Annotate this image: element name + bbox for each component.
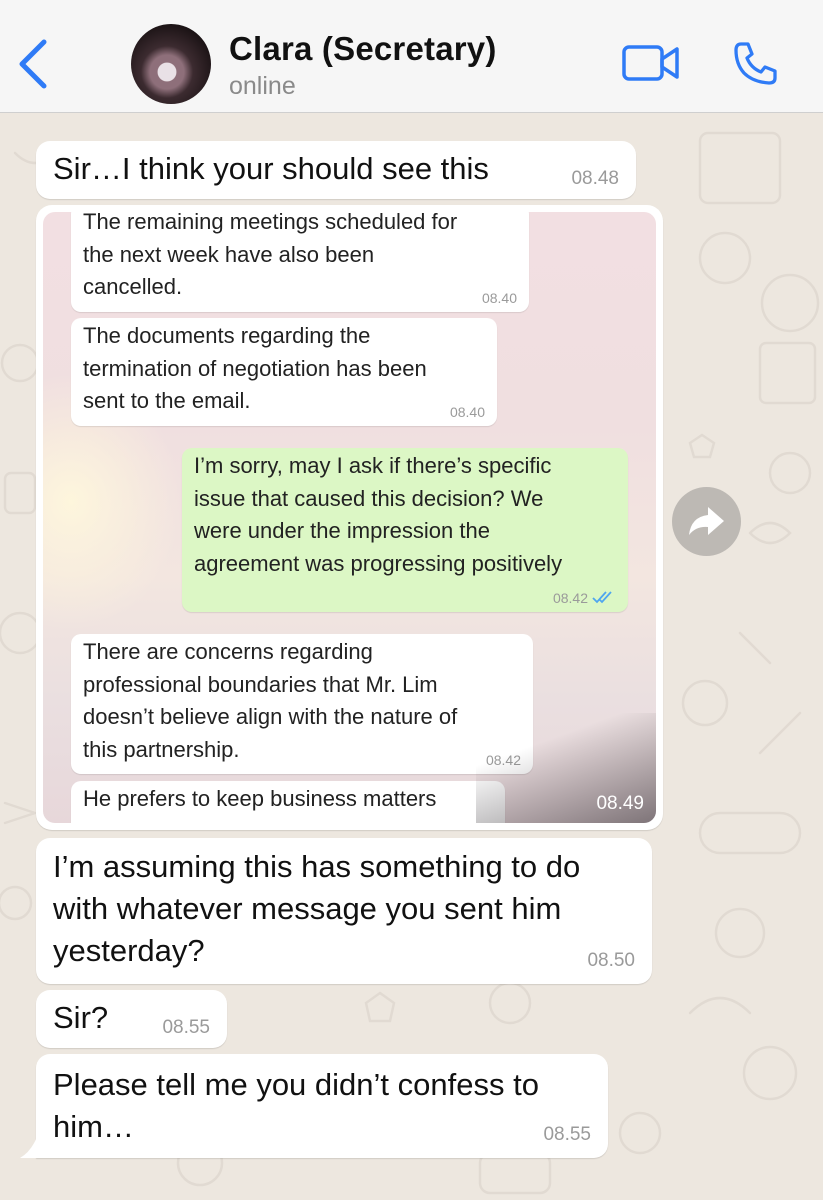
message-text: Sir…I think your should see this: [53, 151, 489, 186]
contact-status: online: [229, 72, 296, 100]
forward-arrow-icon: [689, 507, 724, 535]
screenshot-message-text: There are concerns regarding professiona…: [83, 639, 458, 762]
voice-call-button[interactable]: [733, 40, 779, 86]
screenshot-message: The documents regarding the termination …: [71, 318, 497, 426]
message-time: 08.50: [587, 950, 635, 971]
screenshot-message-time: 08.40: [481, 290, 517, 306]
message-time: 08.48: [571, 168, 619, 189]
screenshot-message-text: The documents regarding the termination …: [83, 323, 427, 413]
screenshot-outgoing-message: I’m sorry, may I ask if there’s specific…: [182, 448, 628, 612]
screenshot-content: The remaining meetings scheduled for the…: [43, 212, 656, 823]
screenshot-message-text: The remaining meetings scheduled for the…: [83, 212, 458, 299]
message-text: Sir?: [53, 1000, 109, 1035]
incoming-message[interactable]: I’m assuming this has something to do wi…: [36, 838, 652, 984]
message-time: 08.55: [543, 1124, 591, 1145]
video-camera-icon: [622, 45, 679, 81]
incoming-message[interactable]: Sir? 08.55: [36, 990, 227, 1048]
chevron-left-icon: [19, 39, 47, 89]
avatar[interactable]: [131, 24, 211, 104]
video-call-button[interactable]: [622, 44, 680, 82]
screenshot-message-time: 08.42: [552, 590, 588, 606]
back-button[interactable]: [14, 38, 54, 90]
screenshot-message-text: I’m sorry, may I ask if there’s specific…: [194, 453, 563, 576]
forward-button[interactable]: [672, 487, 741, 556]
screenshot-message: He prefers to keep business matters: [71, 781, 505, 823]
screenshot-message: The remaining meetings scheduled for the…: [71, 212, 529, 312]
screenshot-message: There are concerns regarding professiona…: [71, 634, 533, 774]
incoming-message[interactable]: Sir…I think your should see this 08.48: [36, 141, 636, 199]
incoming-message[interactable]: Please tell me you didn’t confess to him…: [36, 1054, 608, 1158]
message-text: Please tell me you didn’t confess to him…: [53, 1067, 539, 1144]
shared-screenshot-image[interactable]: The remaining meetings scheduled for the…: [36, 205, 663, 830]
contact-name[interactable]: Clara (Secretary): [229, 30, 497, 68]
message-text: I’m assuming this has something to do wi…: [53, 849, 581, 968]
image-time: 08.49: [596, 793, 644, 814]
chat-header: Clara (Secretary) online: [0, 0, 823, 113]
message-time: 08.55: [162, 1017, 210, 1038]
screenshot-message-time: 08.42: [485, 752, 521, 768]
bubble-tail: [20, 1128, 40, 1158]
phone-icon: [734, 42, 777, 85]
screenshot-message-time: 08.40: [449, 404, 485, 420]
screenshot-message-text: He prefers to keep business matters: [83, 786, 437, 811]
read-receipt-icon: [592, 591, 612, 604]
